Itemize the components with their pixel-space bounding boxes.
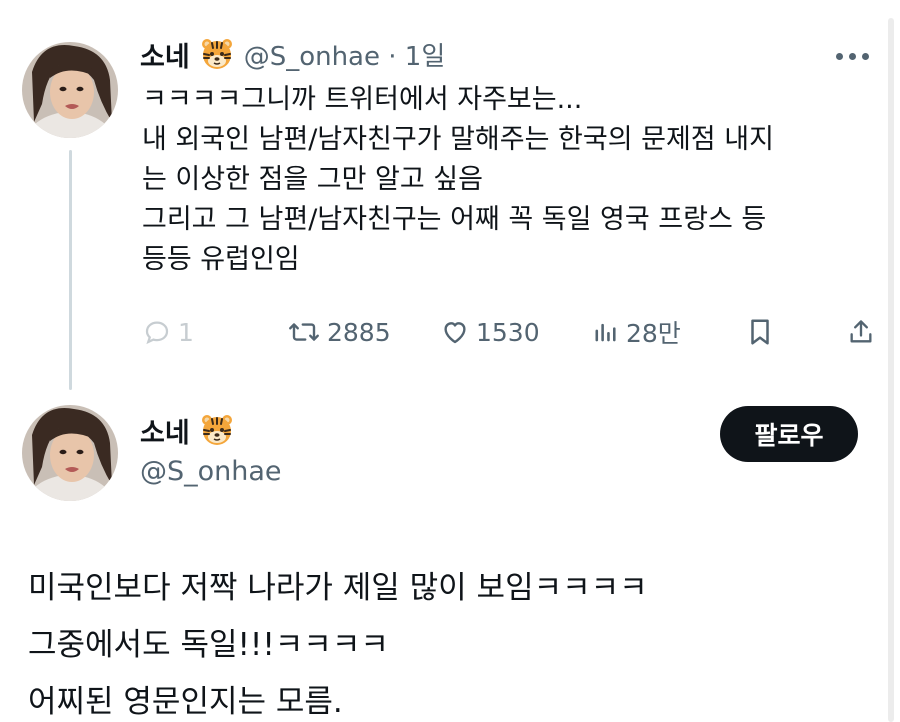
tweet-text-line: 는 이상한 점을 그만 알고 싶음 xyxy=(142,164,483,195)
tweet2-text: 미국인보다 저짝 나라가 제일 많이 보임ㅋㅋㅋㅋ 그중에서도 독일!!!ㅋㅋㅋ… xyxy=(28,560,648,722)
reply-icon xyxy=(142,317,172,347)
bookmark-button[interactable] xyxy=(747,312,773,352)
reply-button[interactable]: 1 xyxy=(142,312,194,352)
follow-button[interactable]: 팔로우 xyxy=(720,406,858,462)
tweet-text-line: 그중에서도 독일!!!ㅋㅋㅋㅋ xyxy=(28,627,389,663)
retweet-button[interactable]: 2885 xyxy=(287,312,391,352)
tweet-text-line: 그리고 그 남편/남자친구는 어째 꼭 독일 영국 프랑스 등 xyxy=(142,204,767,235)
thread-line xyxy=(69,150,72,390)
avatar[interactable] xyxy=(22,42,118,138)
tiger-face-emoji xyxy=(200,413,234,447)
tweet-text-line: 어찌된 영문인지는 모름. xyxy=(28,684,343,720)
views-button[interactable]: 28만 xyxy=(592,312,681,352)
more-icon[interactable] xyxy=(836,50,872,62)
display-name[interactable]: 소네 xyxy=(140,411,190,450)
bookmark-icon xyxy=(747,317,773,347)
display-name[interactable]: 소네 xyxy=(140,35,190,74)
like-count: 1530 xyxy=(476,317,540,347)
tweet1-actions: 1 2885 1530 28만 xyxy=(142,312,877,352)
share-icon xyxy=(847,317,875,347)
tweet-text-line: 미국인보다 저짝 나라가 제일 많이 보임ㅋㅋㅋㅋ xyxy=(28,570,648,606)
views-count: 28만 xyxy=(626,319,681,348)
views-icon xyxy=(592,317,620,347)
handle[interactable]: @S_onhae xyxy=(140,456,282,487)
tiger-face-emoji xyxy=(200,37,234,71)
avatar[interactable] xyxy=(22,405,118,501)
tweet-text-line: 등등 유럽인임 xyxy=(142,244,300,275)
page-scrollbar[interactable] xyxy=(888,18,894,722)
handle-and-time[interactable]: @S_onhae · 1일 xyxy=(244,36,446,73)
reply-count: 1 xyxy=(178,317,194,347)
like-button[interactable]: 1530 xyxy=(440,312,540,352)
tweet-text-line: 내 외국인 남편/남자친구가 말해주는 한국의 문제점 내지 xyxy=(142,124,774,155)
heart-icon xyxy=(440,317,470,347)
retweet-icon xyxy=(287,317,321,347)
retweet-count: 2885 xyxy=(327,317,391,347)
tweet1-text: ㅋㅋㅋㅋ그니까 트위터에서 자주보는... 내 외국인 남편/남자친구가 말해주… xyxy=(142,80,872,280)
tweet2-header: 소네 @S_onhae xyxy=(140,408,282,487)
tweet-text-line: ㅋㅋㅋㅋ그니까 트위터에서 자주보는... xyxy=(142,84,583,115)
tweet1-header: 소네 @S_onhae · 1일 xyxy=(140,34,445,74)
share-button[interactable] xyxy=(847,312,875,352)
